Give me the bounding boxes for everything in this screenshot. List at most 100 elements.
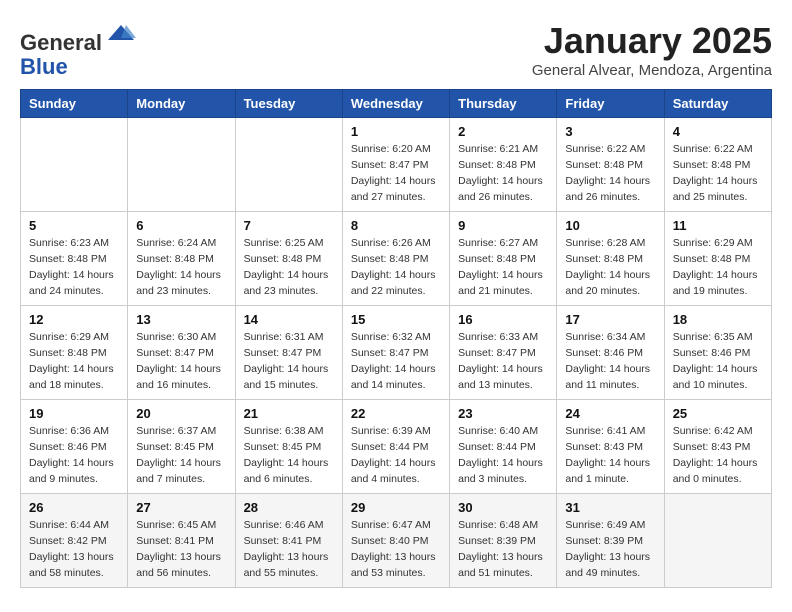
day-info: Sunrise: 6:46 AM Sunset: 8:41 PM Dayligh… [244,518,334,581]
calendar-cell: 11 Sunrise: 6:29 AM Sunset: 8:48 PM Dayli… [664,212,771,306]
calendar-cell: 20 Sunrise: 6:37 AM Sunset: 8:45 PM Dayli… [128,400,235,494]
day-info: Sunrise: 6:32 AM Sunset: 8:47 PM Dayligh… [351,330,441,393]
logo: General Blue [20,20,136,79]
weekday-header: Sunday [21,90,128,118]
calendar-cell: 14 Sunrise: 6:31 AM Sunset: 8:47 PM Dayli… [235,306,342,400]
day-number: 16 [458,312,548,327]
day-number: 14 [244,312,334,327]
day-number: 29 [351,500,441,515]
calendar-week-row: 5 Sunrise: 6:23 AM Sunset: 8:48 PM Daylig… [21,212,772,306]
day-number: 24 [565,406,655,421]
location-subtitle: General Alvear, Mendoza, Argentina [532,62,772,79]
calendar-cell: 3Sunrise: 6:22 AM Sunset: 8:48 PM Daylig… [557,118,664,212]
day-info: Sunrise: 6:36 AM Sunset: 8:46 PM Dayligh… [29,424,119,487]
day-info: Sunrise: 6:26 AM Sunset: 8:48 PM Dayligh… [351,236,441,299]
day-info: Sunrise: 6:33 AM Sunset: 8:47 PM Dayligh… [458,330,548,393]
calendar-cell: 15 Sunrise: 6:32 AM Sunset: 8:47 PM Dayli… [342,306,449,400]
day-number: 15 [351,312,441,327]
day-info: Sunrise: 6:48 AM Sunset: 8:39 PM Dayligh… [458,518,548,581]
day-info: Sunrise: 6:20 AM Sunset: 8:47 PM Dayligh… [351,142,441,205]
day-number: 21 [244,406,334,421]
day-info: Sunrise: 6:30 AM Sunset: 8:47 PM Dayligh… [136,330,226,393]
day-info: Sunrise: 6:39 AM Sunset: 8:44 PM Dayligh… [351,424,441,487]
day-info: Sunrise: 6:41 AM Sunset: 8:43 PM Dayligh… [565,424,655,487]
calendar-cell: 7 Sunrise: 6:25 AM Sunset: 8:48 PM Daylig… [235,212,342,306]
day-number: 26 [29,500,119,515]
calendar-cell: 28 Sunrise: 6:46 AM Sunset: 8:41 PM Dayli… [235,494,342,588]
day-number: 22 [351,406,441,421]
day-number: 20 [136,406,226,421]
day-info: Sunrise: 6:45 AM Sunset: 8:41 PM Dayligh… [136,518,226,581]
calendar-cell: 5 Sunrise: 6:23 AM Sunset: 8:48 PM Daylig… [21,212,128,306]
day-number: 4 [673,124,763,139]
logo-icon [106,20,136,50]
day-number: 5 [29,218,119,233]
weekday-header: Wednesday [342,90,449,118]
day-info: Sunrise: 6:27 AM Sunset: 8:48 PM Dayligh… [458,236,548,299]
calendar-cell [21,118,128,212]
day-number: 12 [29,312,119,327]
calendar-cell: 12Sunrise: 6:29 AM Sunset: 8:48 PM Dayli… [21,306,128,400]
calendar-table: SundayMondayTuesdayWednesdayThursdayFrid… [20,89,772,588]
weekday-header: Thursday [450,90,557,118]
day-info: Sunrise: 6:22 AM Sunset: 8:48 PM Dayligh… [565,142,655,205]
calendar-week-row: 26 Sunrise: 6:44 AM Sunset: 8:42 PM Dayli… [21,494,772,588]
day-number: 7 [244,218,334,233]
calendar-cell: 17 Sunrise: 6:34 AM Sunset: 8:46 PM Dayli… [557,306,664,400]
calendar-cell: 25Sunrise: 6:42 AM Sunset: 8:43 PM Dayli… [664,400,771,494]
day-number: 1 [351,124,441,139]
calendar-cell: 18Sunrise: 6:35 AM Sunset: 8:46 PM Dayli… [664,306,771,400]
calendar-cell: 2 Sunrise: 6:21 AM Sunset: 8:48 PM Daylig… [450,118,557,212]
day-info: Sunrise: 6:42 AM Sunset: 8:43 PM Dayligh… [673,424,763,487]
day-number: 2 [458,124,548,139]
day-number: 11 [673,218,763,233]
weekday-header: Saturday [664,90,771,118]
day-info: Sunrise: 6:38 AM Sunset: 8:45 PM Dayligh… [244,424,334,487]
day-number: 13 [136,312,226,327]
day-info: Sunrise: 6:49 AM Sunset: 8:39 PM Dayligh… [565,518,655,581]
weekday-header: Friday [557,90,664,118]
calendar-cell: 23Sunrise: 6:40 AM Sunset: 8:44 PM Dayli… [450,400,557,494]
day-number: 27 [136,500,226,515]
month-title: January 2025 [532,20,772,62]
day-number: 19 [29,406,119,421]
page-header: General Blue January 2025 General Alvear… [20,20,772,79]
calendar-cell: 22 Sunrise: 6:39 AM Sunset: 8:44 PM Dayli… [342,400,449,494]
calendar-cell: 13 Sunrise: 6:30 AM Sunset: 8:47 PM Dayli… [128,306,235,400]
day-info: Sunrise: 6:47 AM Sunset: 8:40 PM Dayligh… [351,518,441,581]
day-number: 9 [458,218,548,233]
day-info: Sunrise: 6:21 AM Sunset: 8:48 PM Dayligh… [458,142,548,205]
day-number: 17 [565,312,655,327]
day-number: 28 [244,500,334,515]
day-info: Sunrise: 6:31 AM Sunset: 8:47 PM Dayligh… [244,330,334,393]
calendar-cell [235,118,342,212]
calendar-cell: 21 Sunrise: 6:38 AM Sunset: 8:45 PM Dayli… [235,400,342,494]
day-info: Sunrise: 6:29 AM Sunset: 8:48 PM Dayligh… [673,236,763,299]
calendar-cell: 1 Sunrise: 6:20 AM Sunset: 8:47 PM Daylig… [342,118,449,212]
day-info: Sunrise: 6:23 AM Sunset: 8:48 PM Dayligh… [29,236,119,299]
weekday-header-row: SundayMondayTuesdayWednesdayThursdayFrid… [21,90,772,118]
logo-general: General [20,30,102,55]
calendar-cell: 31Sunrise: 6:49 AM Sunset: 8:39 PM Dayli… [557,494,664,588]
day-info: Sunrise: 6:25 AM Sunset: 8:48 PM Dayligh… [244,236,334,299]
day-info: Sunrise: 6:34 AM Sunset: 8:46 PM Dayligh… [565,330,655,393]
calendar-week-row: 19 Sunrise: 6:36 AM Sunset: 8:46 PM Dayli… [21,400,772,494]
day-info: Sunrise: 6:44 AM Sunset: 8:42 PM Dayligh… [29,518,119,581]
calendar-cell: 30Sunrise: 6:48 AM Sunset: 8:39 PM Dayli… [450,494,557,588]
day-info: Sunrise: 6:28 AM Sunset: 8:48 PM Dayligh… [565,236,655,299]
calendar-cell: 26 Sunrise: 6:44 AM Sunset: 8:42 PM Dayli… [21,494,128,588]
day-number: 6 [136,218,226,233]
day-info: Sunrise: 6:37 AM Sunset: 8:45 PM Dayligh… [136,424,226,487]
calendar-week-row: 12Sunrise: 6:29 AM Sunset: 8:48 PM Dayli… [21,306,772,400]
calendar-cell: 19 Sunrise: 6:36 AM Sunset: 8:46 PM Dayli… [21,400,128,494]
calendar-cell: 6Sunrise: 6:24 AM Sunset: 8:48 PM Daylig… [128,212,235,306]
calendar-cell [664,494,771,588]
calendar-cell [128,118,235,212]
calendar-cell: 27 Sunrise: 6:45 AM Sunset: 8:41 PM Dayli… [128,494,235,588]
calendar-cell: 9 Sunrise: 6:27 AM Sunset: 8:48 PM Daylig… [450,212,557,306]
weekday-header: Tuesday [235,90,342,118]
weekday-header: Monday [128,90,235,118]
day-info: Sunrise: 6:22 AM Sunset: 8:48 PM Dayligh… [673,142,763,205]
day-number: 18 [673,312,763,327]
calendar-week-row: 1 Sunrise: 6:20 AM Sunset: 8:47 PM Daylig… [21,118,772,212]
